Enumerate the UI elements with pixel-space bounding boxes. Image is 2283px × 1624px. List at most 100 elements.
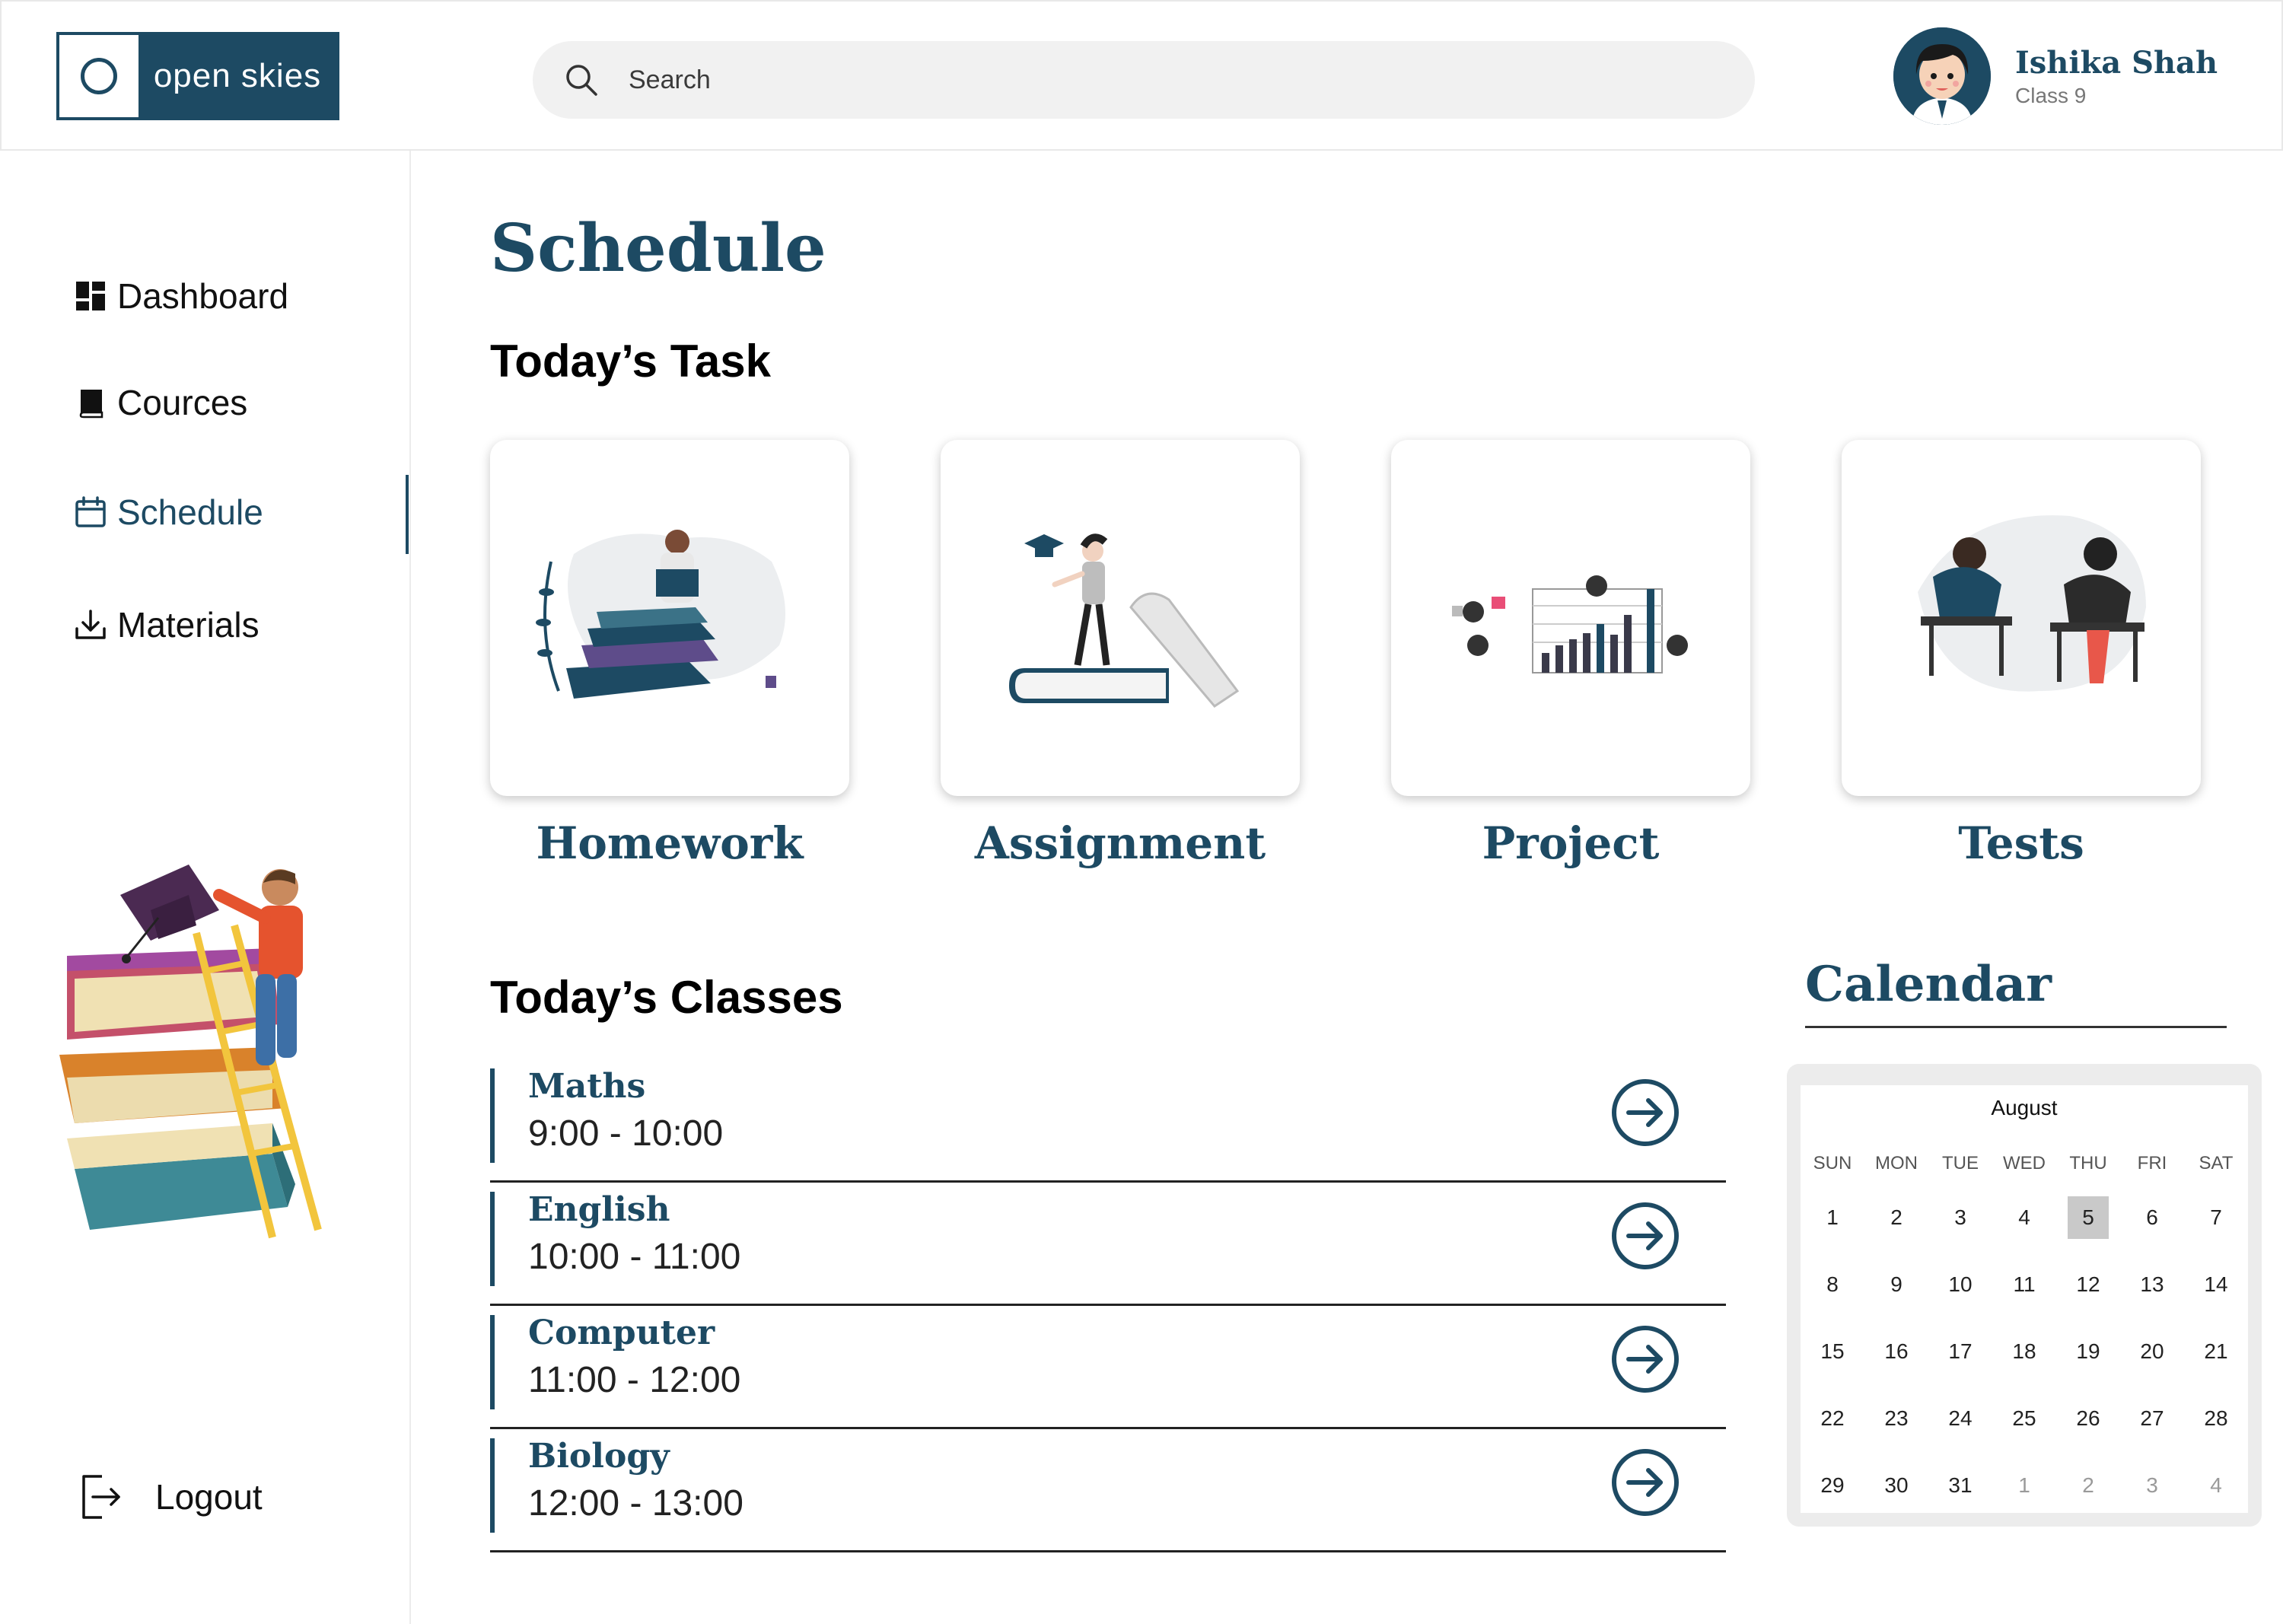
task-label: Tests: [1958, 817, 2084, 869]
class-row-biology[interactable]: Biology 12:00 - 13:00: [490, 1432, 1726, 1552]
task-card-homework[interactable]: [490, 440, 849, 796]
sidebar-item-label: Schedule: [117, 492, 263, 532]
class-accent-bar: [490, 1438, 495, 1533]
class-time: 9:00 - 10:00: [528, 1113, 724, 1154]
calendar-day-number: 13: [2140, 1272, 2164, 1296]
calendar-day[interactable]: 13: [2120, 1251, 2184, 1318]
calendar-day-number: 7: [2210, 1205, 2222, 1229]
calendar-day-number: 23: [1884, 1406, 1909, 1430]
calendar-day[interactable]: 7: [2184, 1184, 2248, 1251]
class-row-computer[interactable]: Computer 11:00 - 12:00: [490, 1309, 1726, 1429]
calendar-day[interactable]: 19: [2056, 1318, 2120, 1385]
task-label: Homework: [536, 817, 804, 869]
calendar-day[interactable]: 24: [1928, 1385, 1992, 1452]
calendar-day[interactable]: 16: [1864, 1318, 1928, 1385]
sidebar-item-dashboard[interactable]: Dashboard: [75, 275, 288, 317]
search-bar[interactable]: Search: [533, 41, 1755, 119]
calendar-day[interactable]: 6: [2120, 1184, 2184, 1251]
calendar-day[interactable]: 3: [1928, 1184, 1992, 1251]
arrow-right-circle-icon[interactable]: [1610, 1447, 1680, 1517]
todays-task-heading: Today’s Task: [490, 336, 772, 387]
brand-logo[interactable]: open skies: [56, 32, 339, 120]
calendar-day[interactable]: 4: [1992, 1184, 2056, 1251]
class-subject: Biology: [528, 1437, 670, 1476]
class-row-english[interactable]: English 10:00 - 11:00: [490, 1186, 1726, 1306]
calendar-day[interactable]: 25: [1992, 1385, 2056, 1452]
calendar-day[interactable]: 31: [1928, 1452, 1992, 1519]
dashboard-icon: [76, 282, 105, 310]
class-accent-bar: [490, 1192, 495, 1286]
calendar-day[interactable]: 28: [2184, 1385, 2248, 1452]
calendar-day[interactable]: 12: [2056, 1251, 2120, 1318]
calendar-day[interactable]: 22: [1801, 1385, 1864, 1452]
calendar-day[interactable]: 4: [2184, 1452, 2248, 1519]
calendar-day[interactable]: 14: [2184, 1251, 2248, 1318]
calendar-weekday: SUN: [1813, 1153, 1852, 1173]
sidebar-item-label: Cources: [117, 383, 248, 422]
homework-illustration: [536, 530, 785, 699]
calendar-day[interactable]: 8: [1801, 1251, 1864, 1318]
task-card-project[interactable]: [1391, 440, 1750, 796]
arrow-right-circle-icon[interactable]: [1610, 1078, 1680, 1148]
class-row-maths[interactable]: Maths 9:00 - 10:00: [490, 1062, 1726, 1183]
user-profile[interactable]: Ishika Shah Class 9: [1893, 27, 2218, 125]
calendar-day[interactable]: 18: [1992, 1318, 2056, 1385]
calendar-day[interactable]: 2: [2056, 1452, 2120, 1519]
sidebar-item-schedule[interactable]: Schedule: [75, 492, 263, 533]
calendar-day-number: 28: [2204, 1406, 2228, 1430]
calendar-day[interactable]: 3: [2120, 1452, 2184, 1519]
calendar-day[interactable]: 29: [1801, 1452, 1864, 1519]
task-label: Assignment: [974, 817, 1266, 869]
calendar-day-number: 5: [2068, 1196, 2109, 1239]
arrow-right-circle-icon[interactable]: [1610, 1324, 1680, 1394]
calendar-day-number: 22: [1820, 1406, 1845, 1430]
sidebar-item-courses[interactable]: Cources: [75, 382, 247, 423]
sidebar-item-label: Materials: [117, 605, 260, 645]
search-icon: [566, 65, 597, 96]
brand-name: open skies: [139, 35, 336, 117]
calendar-day[interactable]: 26: [2056, 1385, 2120, 1452]
calendar-day[interactable]: 20: [2120, 1318, 2184, 1385]
logout-button[interactable]: Logout: [79, 1473, 263, 1521]
calendar-day[interactable]: 15: [1801, 1318, 1864, 1385]
calendar-day-number: 4: [2210, 1473, 2222, 1497]
task-card-tests[interactable]: [1842, 440, 2201, 796]
calendar-day[interactable]: 17: [1928, 1318, 1992, 1385]
calendar-day-number: 8: [1826, 1272, 1839, 1296]
active-indicator: [406, 475, 409, 554]
arrow-right-circle-icon[interactable]: [1610, 1201, 1680, 1271]
top-header: open skies Search Ishika Shah Class 9: [0, 0, 2283, 151]
calendar-day-number: 12: [2076, 1272, 2100, 1296]
calendar-weekday: MON: [1875, 1153, 1918, 1173]
class-time: 11:00 - 12:00: [528, 1360, 741, 1400]
user-name: Ishika Shah: [2015, 44, 2218, 81]
logout-icon: [82, 1475, 120, 1519]
calendar-day-number: 30: [1884, 1473, 1909, 1497]
search-input[interactable]: Search: [629, 65, 711, 95]
calendar-day-selected[interactable]: 5: [2056, 1184, 2120, 1251]
calendar-day[interactable]: 9: [1864, 1251, 1928, 1318]
calendar-day-number: 3: [2146, 1473, 2158, 1497]
calendar-day-number: 4: [2018, 1205, 2030, 1229]
calendar-day-number: 24: [1948, 1406, 1973, 1430]
calendar-day-number: 6: [2146, 1205, 2158, 1229]
calendar-day[interactable]: 1: [1801, 1184, 1864, 1251]
calendar-day[interactable]: 2: [1864, 1184, 1928, 1251]
class-accent-bar: [490, 1068, 495, 1163]
sidebar-item-materials[interactable]: Materials: [75, 604, 260, 645]
todays-classes-heading: Today’s Classes: [490, 972, 843, 1023]
avatar[interactable]: [1893, 27, 1991, 125]
task-card-assignment[interactable]: [941, 440, 1300, 796]
calendar-day[interactable]: 23: [1864, 1385, 1928, 1452]
calendar-day[interactable]: 1: [1992, 1452, 2056, 1519]
logout-label: Logout: [155, 1477, 263, 1517]
calendar-day[interactable]: 30: [1864, 1452, 1928, 1519]
calendar-day[interactable]: 10: [1928, 1251, 1992, 1318]
class-accent-bar: [490, 1315, 495, 1409]
calendar-day[interactable]: 21: [2184, 1318, 2248, 1385]
calendar-day[interactable]: 27: [2120, 1385, 2184, 1452]
calendar-icon: [75, 496, 106, 527]
download-icon: [75, 610, 106, 639]
calendar-day[interactable]: 11: [1992, 1251, 2056, 1318]
calendar-weekday: TUE: [1942, 1153, 1979, 1173]
